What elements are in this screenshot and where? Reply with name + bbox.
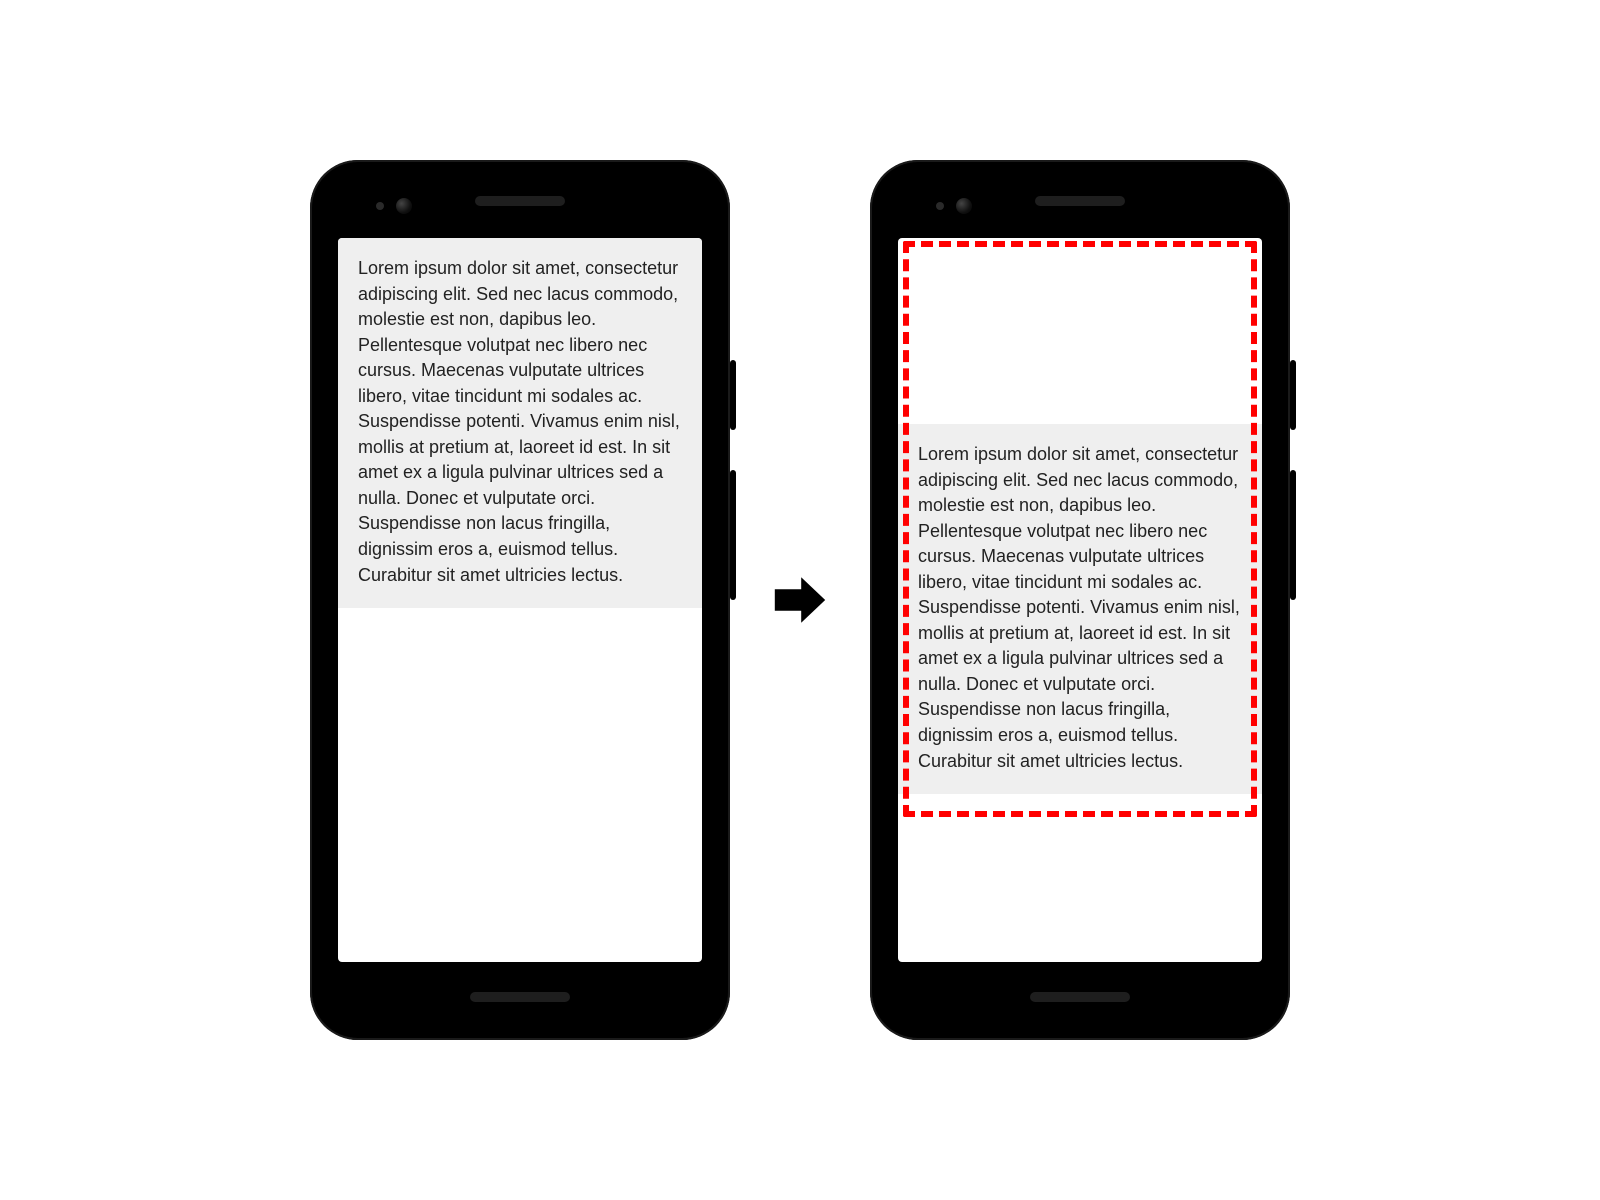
phone-mockup-right: Lorem ipsum dolor sit amet, consectetur … [870,160,1290,1040]
phone-mockup-left: Lorem ipsum dolor sit amet, consectetur … [310,160,730,1040]
content-text-block: Lorem ipsum dolor sit amet, consectetur … [898,424,1262,794]
content-text-block: Lorem ipsum dolor sit amet, consectetur … [338,238,702,608]
bottom-speaker-icon [1030,992,1130,1002]
transition-arrow [770,570,830,630]
phone-side-button-volume [730,470,736,600]
phone-side-button-power [1290,360,1296,430]
phone-side-button-power [730,360,736,430]
earpiece-speaker [884,196,1276,206]
phone-screen-right: Lorem ipsum dolor sit amet, consectetur … [898,238,1262,962]
phone-body: Lorem ipsum dolor sit amet, consectetur … [324,174,716,1026]
arrow-right-icon [770,570,830,630]
earpiece-speaker [324,196,716,206]
speaker-slit-icon [475,196,565,206]
bottom-speaker-icon [470,992,570,1002]
phone-body: Lorem ipsum dolor sit amet, consectetur … [884,174,1276,1026]
phone-screen-left: Lorem ipsum dolor sit amet, consectetur … [338,238,702,962]
phone-side-button-volume [1290,470,1296,600]
speaker-slit-icon [1035,196,1125,206]
